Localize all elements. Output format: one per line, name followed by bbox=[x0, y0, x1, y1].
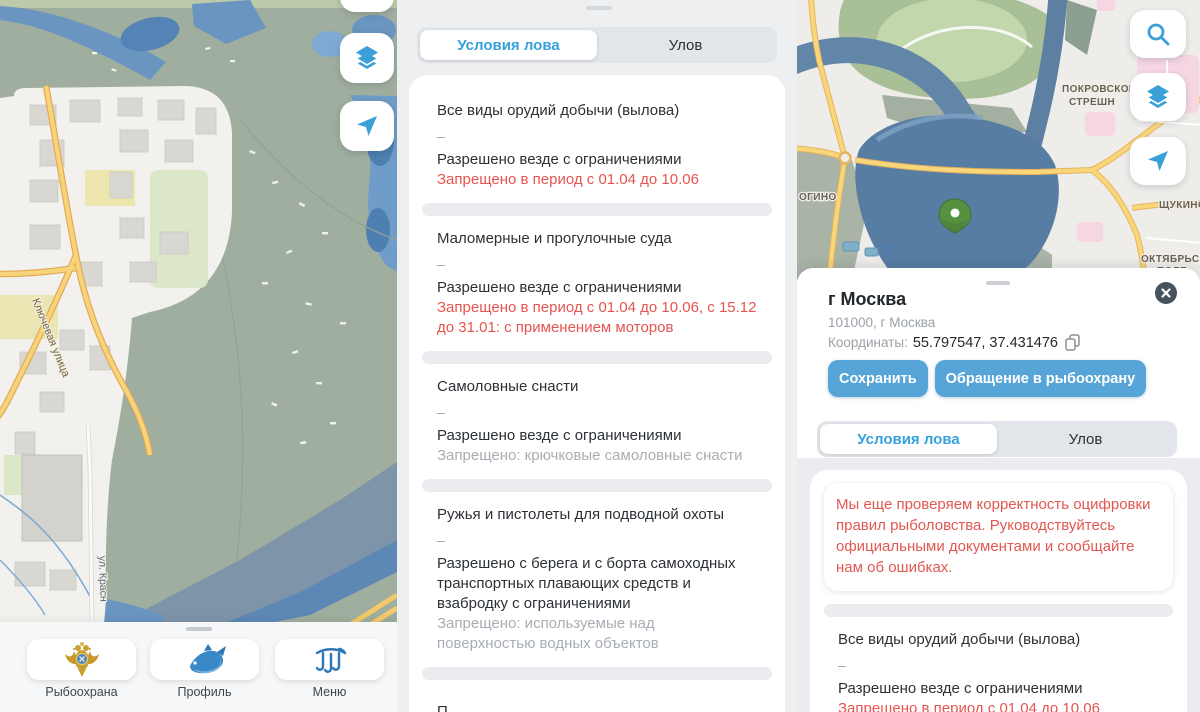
rule-title: Маломерные и прогулочные суда bbox=[437, 229, 757, 249]
rule-title: Самоловные снасти bbox=[437, 377, 757, 397]
action-buttons: Сохранить Обращение в рыбоохрану bbox=[828, 360, 1146, 397]
rule-note: Запрещено: крючковые самоловные снасти bbox=[437, 446, 757, 466]
rules-sheet: Мы еще проверяем корректность оцифровки … bbox=[810, 470, 1187, 712]
map-label-oktyabrskoe: ОКТЯБРЬСК bbox=[1141, 254, 1200, 265]
layers-button[interactable] bbox=[340, 33, 394, 83]
rule-title: Все виды орудий добычи (вылова) bbox=[437, 101, 757, 121]
rule-allowed: Разрешено везде с ограничениями bbox=[838, 679, 1159, 699]
rule-allowed: Разрешено везде с ограничениями bbox=[437, 426, 757, 446]
nav-label-menu: Меню bbox=[275, 685, 384, 699]
navigate-arrow-icon bbox=[355, 114, 379, 138]
rule-allowed: Разрешено с берега и с борта самоходных … bbox=[437, 554, 757, 614]
rule-title: Все виды орудий добычи (вылова) bbox=[838, 630, 1159, 650]
coordinates-label: Координаты: bbox=[828, 335, 908, 350]
map-label-streshnevo: СТРЕШН bbox=[1069, 97, 1115, 108]
warning-text: Мы еще проверяем корректность оцифровки … bbox=[836, 494, 1161, 578]
map-label-ogino: ОГИНО bbox=[799, 192, 837, 203]
search-icon bbox=[1145, 21, 1171, 47]
rule-allowed: Разрешено везде с ограничениями bbox=[437, 150, 757, 170]
fish-icon bbox=[182, 642, 228, 678]
save-button[interactable]: Сохранить bbox=[828, 360, 928, 397]
rule-dash: – bbox=[437, 128, 757, 144]
tab-usloviya-lova[interactable]: Условия лова bbox=[820, 424, 997, 454]
nav-drag-handle[interactable] bbox=[186, 627, 212, 631]
tab-usloviya-lova[interactable]: Условия лова bbox=[420, 30, 597, 60]
panel-drag-handle[interactable] bbox=[586, 6, 612, 10]
rule-card-partial: П bbox=[409, 680, 785, 712]
locate-button[interactable] bbox=[340, 101, 394, 151]
rule-title: Ружья и пистолеты для подводной охоты bbox=[437, 505, 757, 525]
coordinates-value: 55.797547, 37.431476 bbox=[913, 335, 1058, 351]
location-subtitle: 101000, г Москва bbox=[828, 315, 935, 330]
rule-card: Маломерные и прогулочные суда – Разрешен… bbox=[409, 216, 785, 351]
tab-ulov[interactable]: Улов bbox=[997, 424, 1174, 454]
left-map-panel: Ключевая улица ул. Красн bbox=[0, 0, 397, 712]
card-separator bbox=[422, 479, 772, 492]
location-sheet: г Москва 101000, г Москва Координаты: 55… bbox=[797, 268, 1200, 712]
copy-icon[interactable] bbox=[1065, 334, 1080, 351]
rule-card: Ружья и пистолеты для подводной охоты – … bbox=[409, 492, 785, 667]
locate-button[interactable] bbox=[1130, 137, 1186, 185]
card-separator bbox=[422, 203, 772, 216]
eagle-emblem-icon bbox=[62, 640, 102, 680]
card-separator bbox=[422, 351, 772, 364]
left-map[interactable]: Ключевая улица ул. Красн bbox=[0, 0, 397, 625]
layers-icon bbox=[1145, 84, 1171, 110]
rule-note: Запрещено: используемые над поверхностью… bbox=[437, 614, 757, 654]
card-separator bbox=[824, 604, 1173, 617]
map-label-schukino: ЩУКИНО bbox=[1159, 200, 1200, 211]
app-root: Ключевая улица ул. Красн bbox=[0, 0, 1200, 712]
rule-allowed: Разрешено везде с ограничениями bbox=[437, 278, 757, 298]
right-map-panel: ПОКРОВСКОЕ- СТРЕШН ОГИНО ЩУКИНО ОКТЯБРЬС… bbox=[797, 0, 1200, 712]
sheet-drag-handle[interactable] bbox=[986, 281, 1010, 285]
location-tabs: Условия лова Улов bbox=[817, 421, 1177, 457]
rule-dash: – bbox=[437, 404, 757, 420]
rule-card: Все виды орудий добычи (вылова) – Разреш… bbox=[810, 617, 1187, 712]
rules-panel: Условия лова Улов Все виды орудий добычи… bbox=[397, 0, 797, 712]
layers-button[interactable] bbox=[1130, 73, 1186, 121]
card-separator bbox=[422, 667, 772, 680]
search-button[interactable] bbox=[1130, 10, 1186, 58]
close-button[interactable] bbox=[1154, 281, 1178, 305]
layers-icon bbox=[354, 45, 380, 71]
location-title: г Москва bbox=[828, 289, 906, 310]
rule-dash: – bbox=[838, 657, 1159, 673]
nav-item-rybookhrana[interactable] bbox=[27, 639, 136, 680]
rule-note: Запрещено в период с 01.04 до 10.06 bbox=[838, 699, 1159, 712]
rule-note: Запрещено в период с 01.04 до 10.06, с 1… bbox=[437, 298, 757, 338]
rule-note: Запрещено в период с 01.04 до 10.06 bbox=[437, 170, 757, 190]
rule-card: Самоловные снасти – Разрешено везде с ог… bbox=[409, 364, 785, 479]
tab-ulov[interactable]: Улов bbox=[597, 30, 774, 60]
rules-tabs: Условия лова Улов bbox=[417, 27, 777, 63]
rule-dash: – bbox=[437, 532, 757, 548]
bottom-nav-bar: Рыбоохрана Профиль Меню bbox=[0, 622, 397, 712]
map-button-partial[interactable] bbox=[340, 0, 394, 12]
street-label-krasn: ул. Красн bbox=[96, 556, 110, 602]
coordinates-row: Координаты: 55.797547, 37.431476 bbox=[828, 334, 1080, 351]
rules-sheet: Все виды орудий добычи (вылова) – Разреш… bbox=[409, 75, 785, 712]
navigate-arrow-icon bbox=[1146, 149, 1170, 173]
report-button[interactable]: Обращение в рыбоохрану bbox=[935, 360, 1147, 397]
nav-label-rybookhrana: Рыбоохрана bbox=[27, 685, 136, 699]
nav-label-profile: Профиль bbox=[150, 685, 259, 699]
nav-item-profile[interactable] bbox=[150, 639, 259, 680]
rule-title: П bbox=[437, 702, 757, 712]
hooks-icon bbox=[310, 644, 350, 676]
rule-card: Все виды орудий добычи (вылова) – Разреш… bbox=[409, 88, 785, 203]
nav-item-menu[interactable] bbox=[275, 639, 384, 680]
digitization-warning-card: Мы еще проверяем корректность оцифровки … bbox=[824, 483, 1173, 591]
rule-dash: – bbox=[437, 256, 757, 272]
map-label-pokrovskoe: ПОКРОВСКОЕ- bbox=[1062, 84, 1140, 95]
